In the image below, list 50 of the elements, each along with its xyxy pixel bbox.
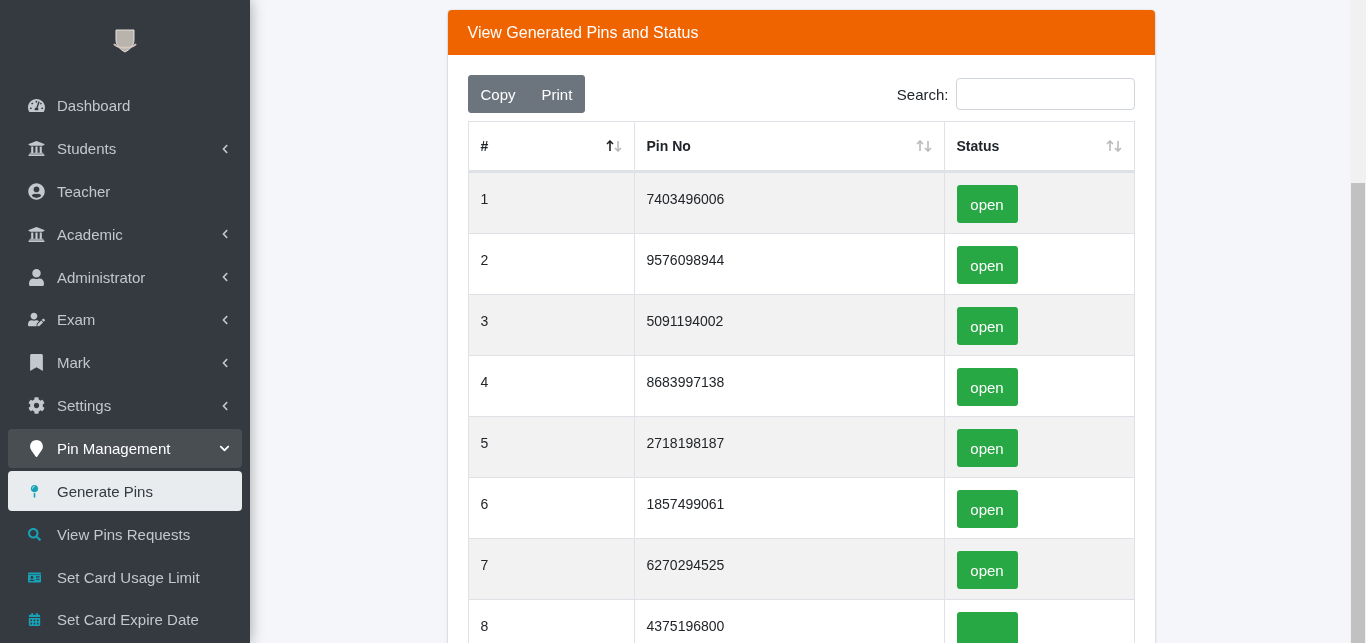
- id-card-icon: [28, 570, 41, 584]
- table-cell-text: 8683997138: [646, 373, 726, 390]
- user-icon: [28, 268, 45, 286]
- table-cell-text: 2: [480, 251, 490, 268]
- column-title: Pin No: [646, 138, 691, 154]
- calendar-icon: [28, 613, 41, 627]
- bank-icon: [28, 225, 45, 243]
- sidebar-item[interactable]: Administrator: [8, 257, 242, 298]
- sidebar-item[interactable]: Students: [8, 128, 242, 169]
- table-cell-text: 3: [480, 312, 490, 329]
- sidebar-subitem[interactable]: Generate Pins: [8, 471, 242, 512]
- table-cell-text: 6: [480, 495, 490, 512]
- table-cell-text: 9576098944: [646, 251, 726, 268]
- status-button[interactable]: [956, 612, 1018, 643]
- table-cell-text: 5: [480, 434, 490, 451]
- sidebar-item[interactable]: Settings: [8, 385, 242, 426]
- table-cell-text: 8: [480, 617, 490, 634]
- card-title: View Generated Pins and Status: [447, 10, 1155, 55]
- sidebar-item[interactable]: Academic: [8, 214, 242, 255]
- table-cell-text: 6270294525: [646, 556, 726, 573]
- sidebar-item[interactable]: Exam: [8, 300, 242, 340]
- search-label: Search:: [896, 85, 949, 103]
- table-cell-text: 7: [480, 556, 490, 573]
- sidebar-item[interactable]: Dashboard: [8, 85, 242, 126]
- user-pen-icon: [28, 311, 45, 329]
- map-marker-icon: [28, 440, 45, 458]
- table-cell-text: 7403496006: [646, 190, 726, 207]
- table-cell-text: 4375196800: [646, 617, 726, 634]
- table-cell-text: 1: [480, 190, 490, 207]
- sidebar-subitem[interactable]: Set Card Expire Date: [8, 600, 242, 640]
- bookmark-icon: [28, 354, 45, 372]
- search-icon: [28, 527, 41, 541]
- scrollbar[interactable]: [1350, 0, 1366, 643]
- pin-icon: [28, 484, 41, 498]
- sidebar-item[interactable]: Teacher: [8, 171, 242, 212]
- table-cell-text: 4: [480, 373, 490, 390]
- settings-icon: [28, 397, 45, 415]
- table-cell-text: 2718198187: [646, 434, 726, 451]
- table-cell-text: 1857499061: [646, 495, 726, 512]
- table-cell-text: 5091194002: [646, 312, 725, 329]
- column-title: #: [480, 138, 489, 154]
- scrollbar-thumb[interactable]: [1351, 183, 1365, 643]
- column-title: Status: [956, 138, 1000, 154]
- search-field[interactable]: [955, 78, 1135, 110]
- bank-icon: [28, 140, 45, 157]
- sidebar-item[interactable]: Mark: [8, 342, 242, 383]
- sidebar-item[interactable]: Pin Management: [8, 428, 242, 469]
- sidebar-subitem[interactable]: View Pins Requests: [8, 514, 242, 555]
- sidebar-subitem[interactable]: Set Card Usage Limit: [8, 557, 242, 598]
- gauge-icon: [28, 97, 45, 115]
